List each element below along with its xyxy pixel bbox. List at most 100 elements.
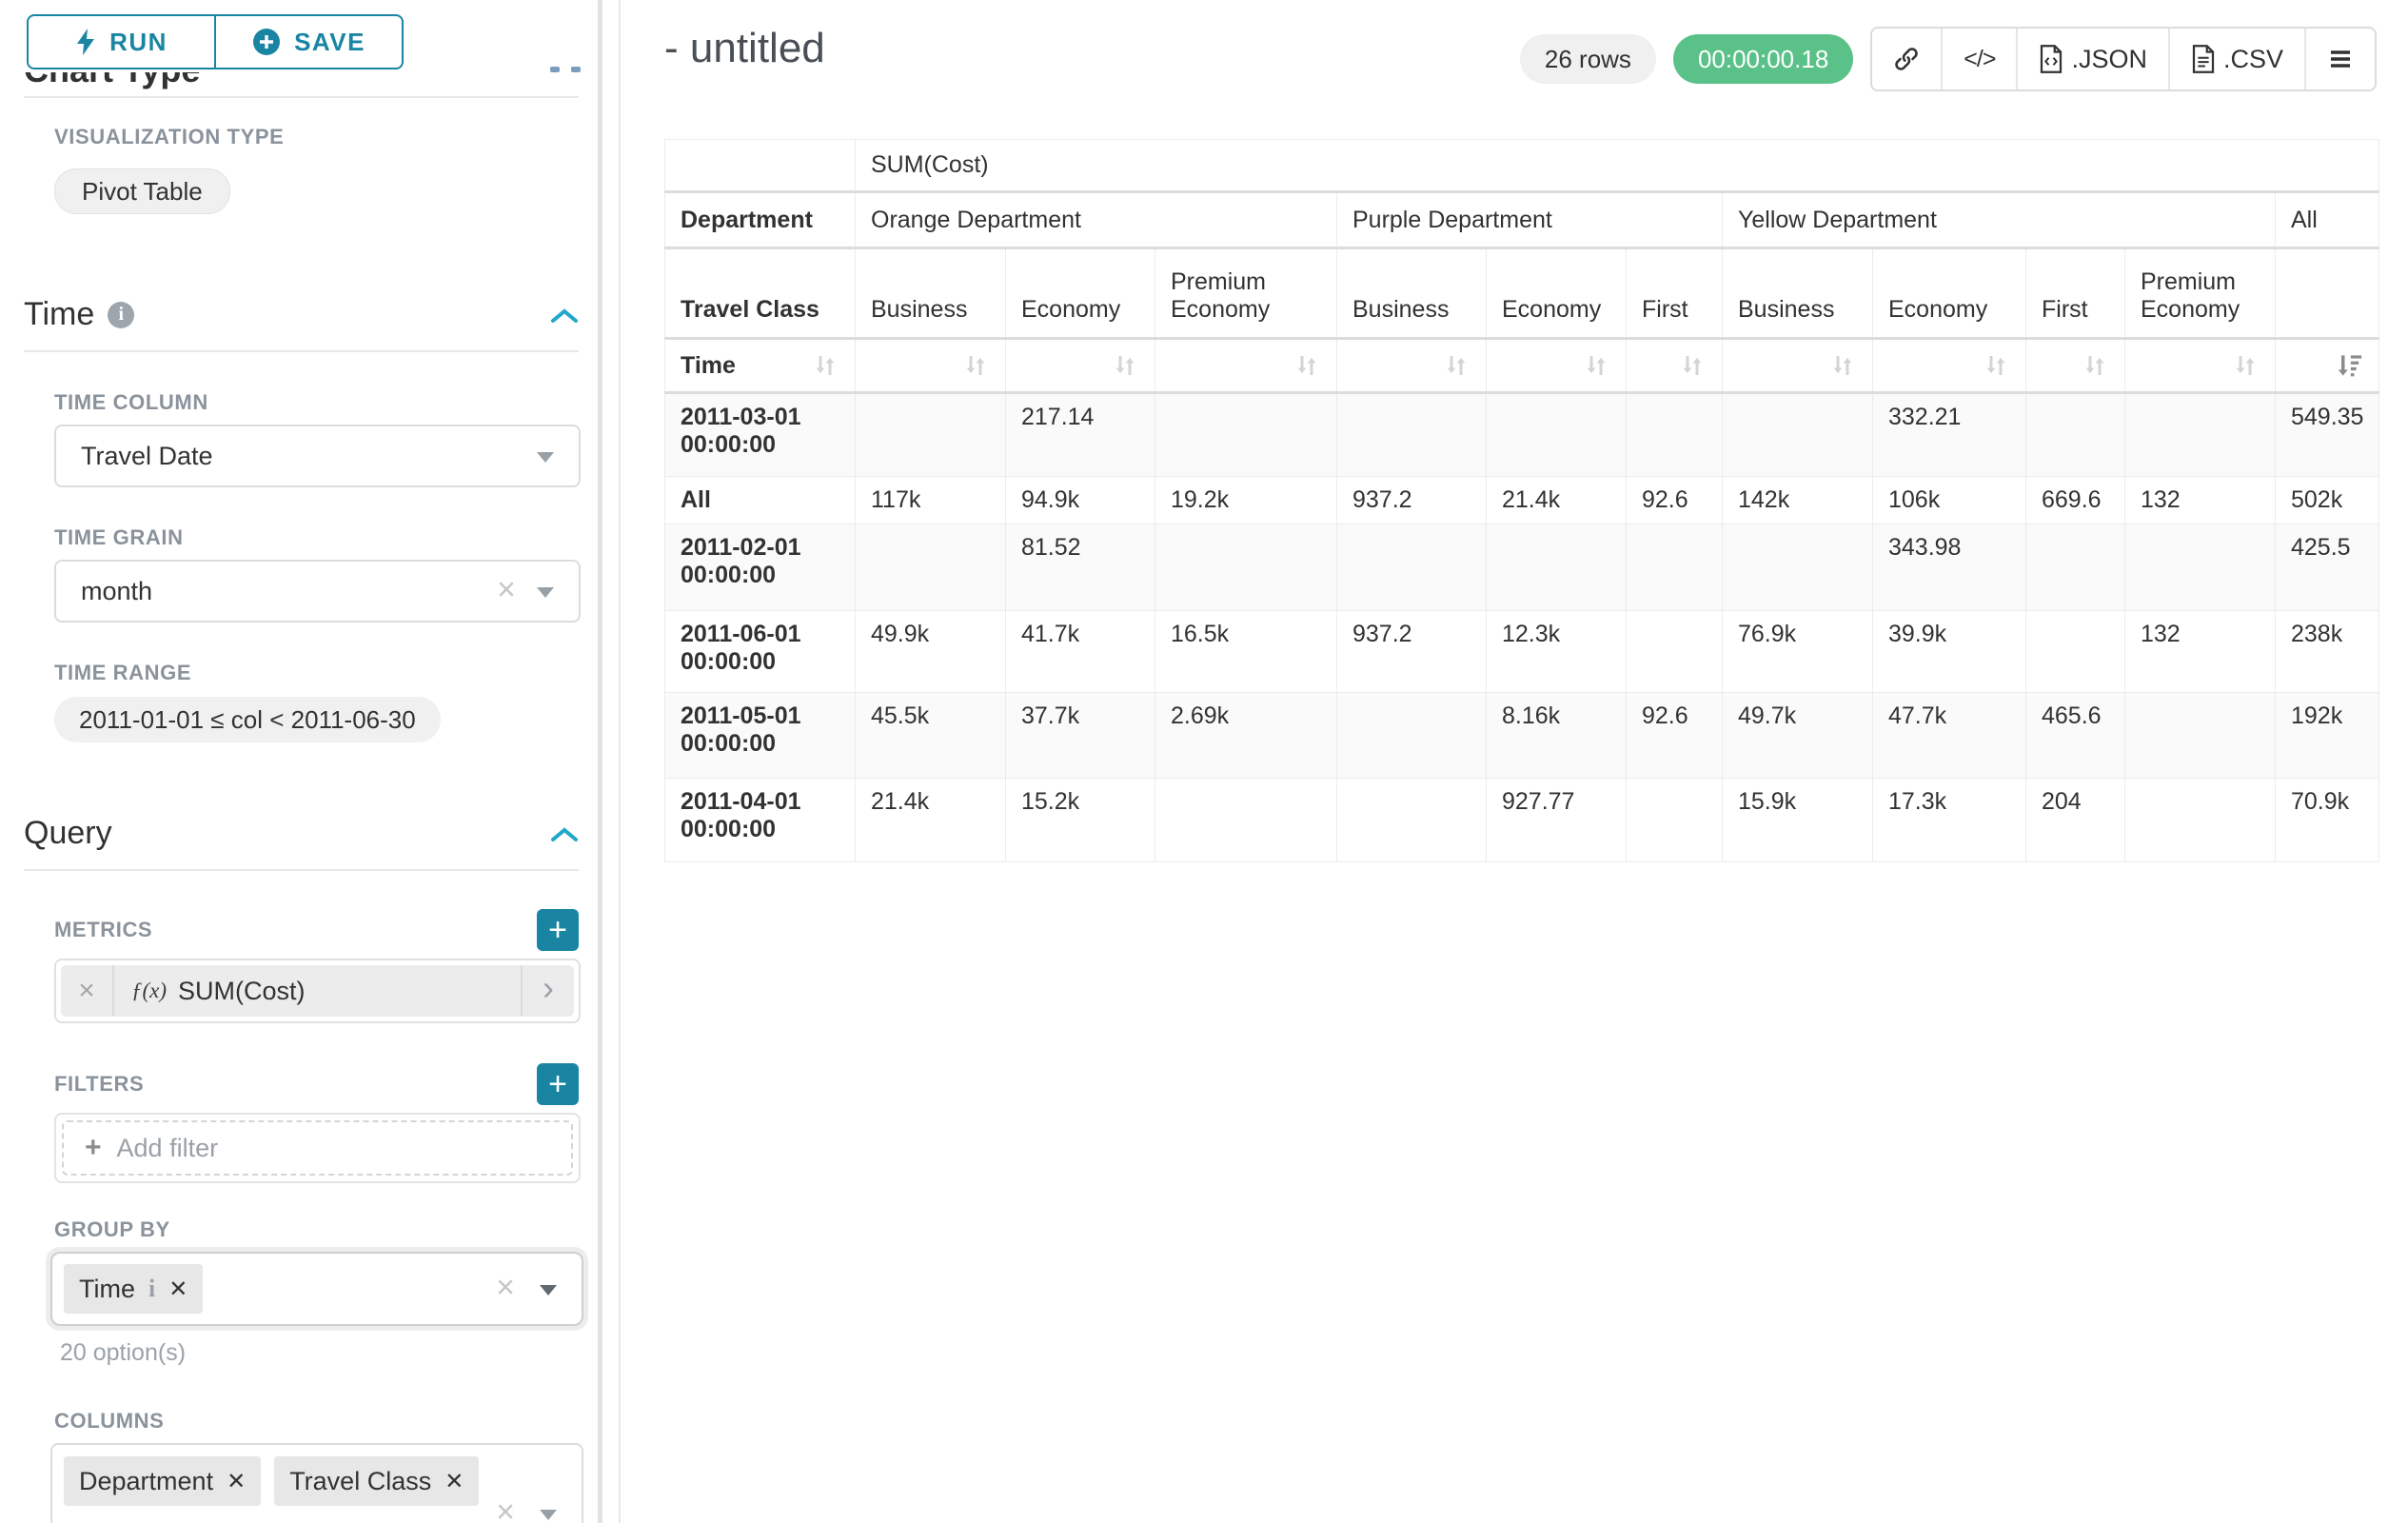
scrolled-icon-fragment: [571, 67, 581, 72]
columns-select[interactable]: Department✕ Travel Class✕ ×: [50, 1443, 583, 1523]
add-filter-button[interactable]: +: [537, 1063, 579, 1105]
sort-toggle-icon[interactable]: [1828, 351, 1857, 380]
add-filter-dropzone[interactable]: + Add filter: [62, 1120, 573, 1176]
time-section-header: Time i: [24, 296, 579, 333]
remove-tag-icon[interactable]: ✕: [444, 1468, 464, 1495]
time-column-select[interactable]: Travel Date: [54, 425, 581, 487]
sort-toggle-icon[interactable]: [1678, 351, 1707, 380]
chevron-up-icon[interactable]: [550, 296, 579, 333]
value-cell: 132: [2125, 611, 2276, 693]
clear-icon[interactable]: ×: [497, 574, 516, 606]
value-cell: [1723, 393, 1873, 477]
export-json-button[interactable]: .JSON: [2018, 29, 2170, 89]
run-save-button-group: RUN SAVE: [27, 14, 404, 69]
value-cell: [1627, 524, 1723, 611]
table-row: 2011-02-01 00:00:0081.52343.98425.5: [665, 524, 2379, 611]
sort-toggle-icon[interactable]: [811, 351, 839, 380]
query-section-title: Query: [24, 815, 112, 852]
value-cell: 332.21: [1873, 393, 2026, 477]
group-by-select[interactable]: Timei✕ ×: [50, 1252, 583, 1326]
export-csv-button[interactable]: .CSV: [2170, 29, 2306, 89]
section-divider: [24, 350, 579, 352]
column-sort-header-cell: [1155, 339, 1337, 393]
table-row: 2011-05-01 00:00:0045.5k37.7k2.69k8.16k9…: [665, 693, 2379, 779]
metric-name: SUM(Cost): [178, 977, 306, 1006]
chevron-right-icon[interactable]: ›: [521, 965, 574, 1017]
chart-header-actions: 26 rows 00:00:00.18 </>: [1520, 27, 2377, 91]
save-button[interactable]: SAVE: [215, 14, 404, 69]
corner-cell: [665, 140, 856, 192]
value-cell: 117k: [856, 477, 1006, 524]
value-cell: 21.4k: [1487, 477, 1627, 524]
value-cell: 92.6: [1627, 693, 1723, 779]
dimension-tag[interactable]: Travel Class✕: [274, 1456, 479, 1506]
panel-scrollbar[interactable]: [598, 0, 602, 1523]
chevron-up-icon[interactable]: [550, 815, 579, 852]
value-cell: 502k: [2276, 477, 2379, 524]
time-range-pill[interactable]: 2011-01-01 ≤ col < 2011-06-30: [54, 697, 441, 742]
sort-toggle-icon[interactable]: [1293, 351, 1321, 380]
value-cell: 70.9k: [2276, 779, 2379, 862]
table-row: All117k94.9k19.2k937.221.4k92.6142k106k6…: [665, 477, 2379, 524]
add-metric-button[interactable]: +: [537, 909, 579, 951]
remove-tag-icon[interactable]: ✕: [168, 1276, 188, 1303]
panel-sticky-header: RUN SAVE: [0, 0, 611, 72]
sort-toggle-icon[interactable]: [1111, 351, 1139, 380]
value-cell: [2125, 524, 2276, 611]
time-column-label: TIME COLUMN: [54, 390, 579, 415]
value-cell: 937.2: [1337, 477, 1487, 524]
remove-metric-icon[interactable]: ×: [61, 965, 114, 1017]
control-panel-scroll-area: Chart Type VISUALIZATION TYPE Pivot Tabl…: [0, 0, 619, 1523]
query-timer-badge: 00:00:00.18: [1673, 34, 1853, 84]
info-icon[interactable]: i: [148, 1275, 155, 1303]
travel-class-header: [2276, 248, 2379, 339]
chevron-down-icon: [540, 1285, 557, 1304]
travel-class-header: Economy: [1006, 248, 1155, 339]
sort-toggle-icon[interactable]: [2231, 351, 2260, 380]
function-icon: ƒ(x): [131, 979, 167, 1003]
query-section-header: Query: [24, 815, 579, 852]
value-cell: 16.5k: [1155, 611, 1337, 693]
clear-icon[interactable]: ×: [496, 1272, 515, 1304]
dimension-tag[interactable]: Timei✕: [64, 1264, 203, 1314]
column-sort-header-cell: [1627, 339, 1723, 393]
travel-class-header: Business: [1723, 248, 1873, 339]
scrolled-icon-fragment: [550, 67, 560, 72]
sort-descending-active-icon[interactable]: [2335, 351, 2363, 380]
time-range-label: TIME RANGE: [54, 661, 579, 685]
column-sort-header-cell: [2276, 339, 2379, 393]
sort-toggle-icon[interactable]: [2081, 351, 2109, 380]
column-sort-header-cell: [1723, 339, 1873, 393]
value-cell: 49.9k: [856, 611, 1006, 693]
value-cell: 12.3k: [1487, 611, 1627, 693]
time-grain-label: TIME GRAIN: [54, 525, 579, 550]
copy-link-button[interactable]: [1872, 29, 1943, 89]
value-cell: [2026, 611, 2125, 693]
column-sort-header-cell: [1487, 339, 1627, 393]
run-button[interactable]: RUN: [27, 14, 215, 69]
sort-toggle-icon[interactable]: [1982, 351, 2010, 380]
menu-button[interactable]: [2306, 29, 2375, 89]
value-cell: [1337, 693, 1487, 779]
column-sort-header-cell: [1337, 339, 1487, 393]
chevron-down-icon: [540, 1510, 557, 1523]
sort-toggle-icon[interactable]: [1582, 351, 1610, 380]
visualization-type-pill[interactable]: Pivot Table: [54, 168, 230, 214]
metric-item[interactable]: × ƒ(x) SUM(Cost) ›: [61, 965, 574, 1017]
value-cell: [2125, 779, 2276, 862]
group-by-label: GROUP BY: [54, 1217, 579, 1242]
time-grain-select[interactable]: month ×: [54, 560, 581, 623]
view-query-button[interactable]: </>: [1943, 29, 2018, 89]
clear-icon[interactable]: ×: [496, 1496, 515, 1523]
value-cell: 2.69k: [1155, 693, 1337, 779]
value-cell: [1627, 393, 1723, 477]
value-cell: 132: [2125, 477, 2276, 524]
remove-tag-icon[interactable]: ✕: [227, 1468, 246, 1495]
sort-toggle-icon[interactable]: [1442, 351, 1470, 380]
value-cell: 41.7k: [1006, 611, 1155, 693]
value-cell: 94.9k: [1006, 477, 1155, 524]
sort-toggle-icon[interactable]: [961, 351, 990, 380]
info-icon[interactable]: i: [108, 302, 134, 328]
dimension-tag[interactable]: Department✕: [64, 1456, 261, 1506]
value-cell: [856, 524, 1006, 611]
